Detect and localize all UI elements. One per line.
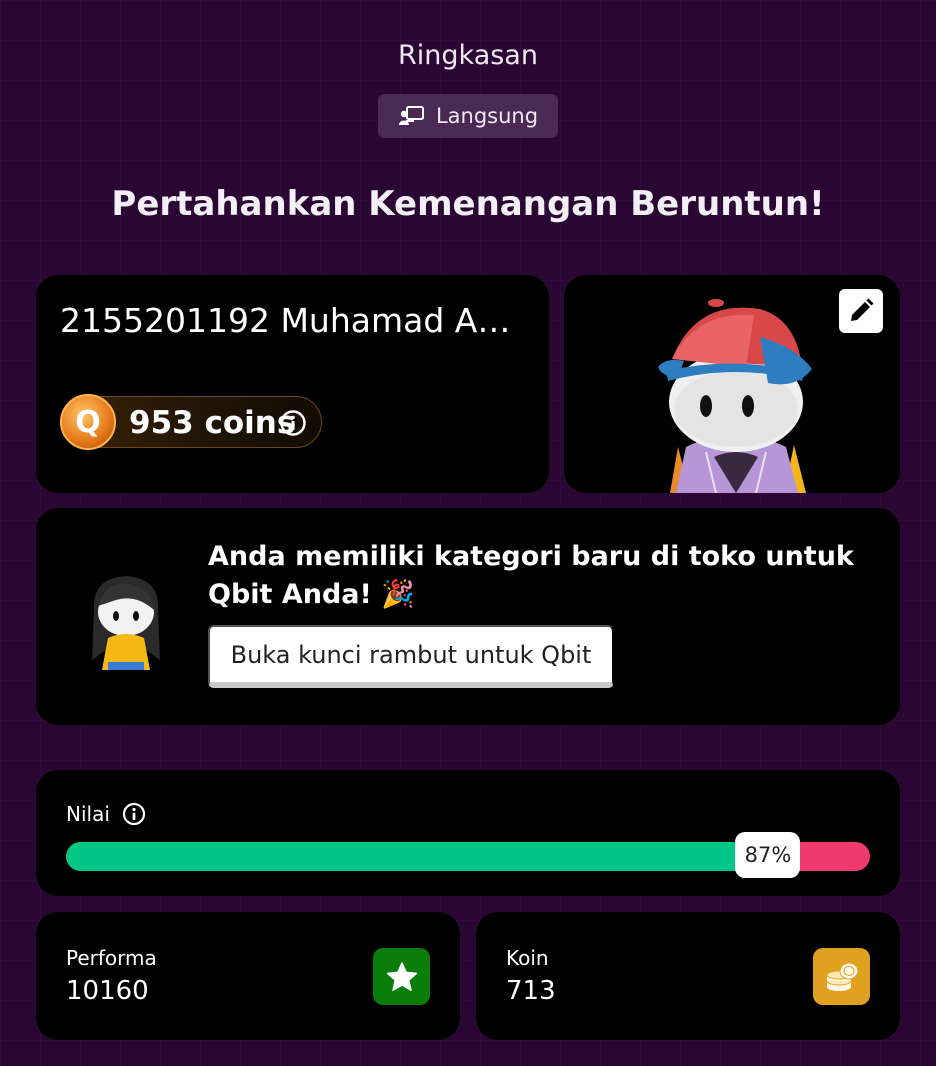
performance-label: Performa [66, 946, 157, 970]
score-card: Nilai 87% [36, 770, 900, 896]
coins-pill[interactable]: Q 953 coins [60, 394, 322, 450]
mode-badge: Langsung [378, 94, 558, 138]
score-progress-fill [66, 842, 766, 871]
info-icon[interactable] [122, 802, 146, 826]
page-title: Ringkasan [398, 40, 538, 71]
edit-avatar-button[interactable] [839, 289, 883, 333]
player-name: 2155201192 Muhamad Abd... [60, 301, 530, 340]
score-label-row: Nilai [66, 802, 146, 826]
unlock-hair-button[interactable]: Buka kunci rambut untuk Qbit [208, 625, 614, 688]
coins-value: 713 [506, 976, 556, 1006]
score-label: Nilai [66, 802, 110, 826]
performance-card: Performa 10160 [36, 912, 460, 1040]
coins-card: Koin 713 [476, 912, 900, 1040]
coins-label: Koin [506, 946, 549, 970]
coins-balance: 953 coins [129, 405, 296, 441]
star-icon [373, 948, 430, 1005]
pencil-icon [851, 298, 874, 321]
info-icon[interactable] [279, 409, 307, 437]
streak-heading: Pertahankan Kemenangan Beruntun! [111, 184, 825, 224]
performance-value: 10160 [66, 976, 149, 1006]
promo-message: Anda memiliki kategori baru di toko untu… [208, 541, 854, 610]
coin-logo-letter: Q [75, 404, 101, 440]
qbit-avatar [658, 299, 812, 493]
qbit-girl-illustration [92, 576, 160, 670]
coin-stack-icon [813, 948, 870, 1005]
presenter-icon [398, 106, 424, 125]
mode-label: Langsung [435, 104, 539, 128]
quizizz-coin-icon: Q [60, 394, 116, 450]
promo-card: Anda memiliki kategori baru di toko untu… [36, 508, 900, 725]
player-card: 2155201192 Muhamad Abd... Q 953 coins [36, 275, 549, 493]
avatar-card [564, 275, 900, 493]
score-percent-badge: 87% [735, 832, 801, 878]
